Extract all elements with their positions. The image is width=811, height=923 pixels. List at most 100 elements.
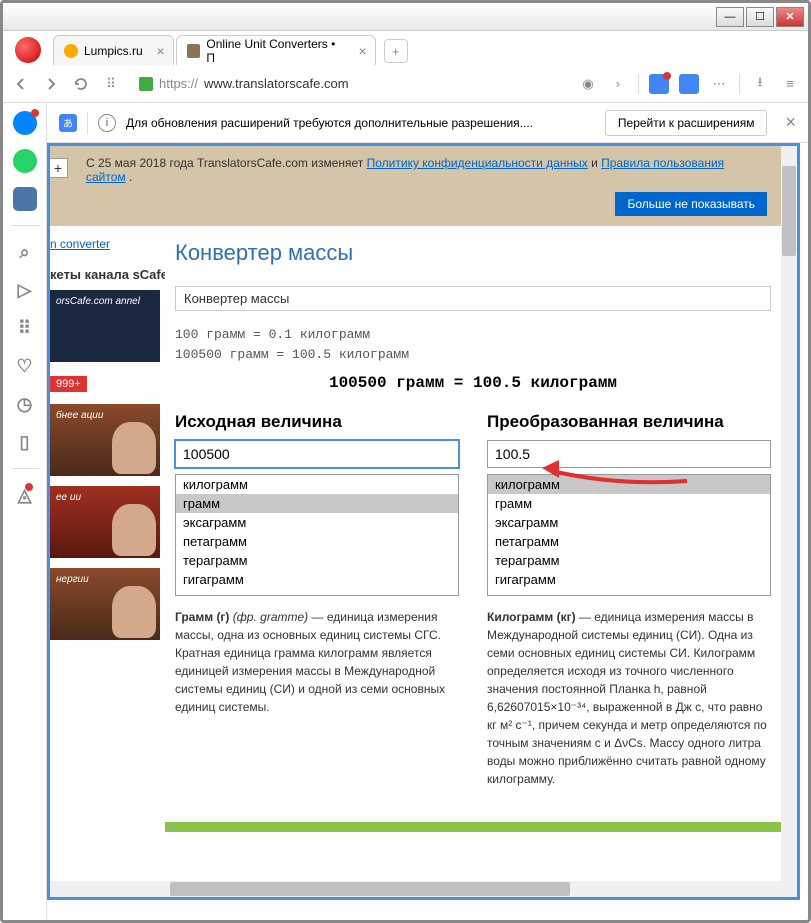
download-icon[interactable]: ⭳	[750, 74, 770, 94]
unit-option[interactable]: эксаграмм	[488, 513, 770, 532]
tab-bar: Lumpics.ru × Online Unit Converters • П …	[3, 31, 808, 65]
maximize-button[interactable]: ☐	[746, 7, 774, 27]
extensions-cube-icon[interactable]: ◬	[13, 483, 37, 507]
notification-badge: 999+	[50, 376, 87, 392]
sidebar: ⌕ ▷ ⠿ ♡ ◷ ▯ ◬	[3, 103, 47, 920]
unit-option[interactable]: грамм	[488, 494, 770, 513]
whatsapp-icon[interactable]	[13, 149, 37, 173]
video-thumbnail[interactable]: бнее ации	[50, 404, 160, 476]
expand-button[interactable]: +	[48, 158, 68, 178]
vk-icon[interactable]	[13, 187, 37, 211]
history-line: 100 грамм = 0.1 килограмм	[175, 325, 771, 345]
lock-icon	[139, 77, 153, 91]
unit-option[interactable]: грамм	[176, 494, 458, 513]
dismiss-banner-button[interactable]: Больше не показывать	[615, 192, 767, 216]
unit-name: Килограмм (кг)	[487, 610, 576, 624]
conversion-history: 100 грамм = 0.1 килограмм 100500 грамм =…	[175, 325, 771, 364]
close-infobar-icon[interactable]: ×	[785, 112, 796, 133]
converter-link[interactable]: n converter	[50, 237, 110, 251]
opera-logo-icon[interactable]	[15, 37, 41, 63]
vertical-scrollbar[interactable]	[781, 146, 797, 897]
extension-info-bar: あ i Для обновления расширений требуются …	[47, 103, 808, 143]
left-column: n converter кеты канала sCafe.com на ors…	[50, 226, 165, 802]
page-viewport: + С 25 мая 2018 года TranslatorsCafe.com…	[47, 143, 800, 900]
tab-converters[interactable]: Online Unit Converters • П ×	[176, 35, 376, 65]
search-icon[interactable]: ⌕	[13, 240, 37, 264]
unit-option[interactable]: петаграмм	[488, 532, 770, 551]
unit-option[interactable]: тераграмм	[488, 551, 770, 570]
unit-option[interactable]: петаграмм	[176, 532, 458, 551]
close-tab-icon[interactable]: ×	[157, 43, 165, 59]
source-heading: Исходная величина	[175, 412, 459, 432]
favicon-icon	[64, 44, 78, 58]
unit-option[interactable]: гигаграмм	[488, 570, 770, 589]
source-unit-description: Грамм (г) (фр. gramme) — единица измерен…	[175, 608, 459, 716]
info-icon: i	[98, 114, 116, 132]
divider	[638, 74, 639, 94]
chevron-right-icon[interactable]: ›	[608, 74, 628, 94]
target-column: Преобразованная величина килограмм грамм…	[487, 412, 771, 788]
messenger-icon[interactable]	[13, 111, 37, 135]
thumbnail-text: orsCafe.com annel	[56, 296, 140, 307]
target-unit-description: Килограмм (кг) — единица измерения массы…	[487, 608, 771, 788]
reload-button[interactable]	[71, 74, 91, 94]
main-column: Конвертер массы Конвертер массы 100 грам…	[165, 226, 781, 802]
converter-columns: Исходная величина килограмм грамм эксагр…	[175, 412, 771, 788]
privacy-banner: + С 25 мая 2018 года TranslatorsCafe.com…	[50, 146, 781, 226]
target-unit-list[interactable]: килограмм грамм эксаграмм петаграмм тера…	[487, 474, 771, 596]
speed-dial-button[interactable]: ⠿	[101, 74, 121, 94]
unit-option[interactable]: килограмм	[176, 475, 458, 494]
extension-icon[interactable]	[649, 74, 669, 94]
close-tab-icon[interactable]: ×	[359, 43, 367, 59]
more-extensions-icon[interactable]: ⋯	[709, 74, 729, 94]
breadcrumb: Конвертер массы	[175, 286, 771, 311]
banner-text-prefix: С 25 мая 2018 года TranslatorsCafe.com и…	[86, 156, 367, 170]
window-titlebar: — ☐ ✕	[3, 3, 808, 31]
horizontal-scrollbar[interactable]	[50, 881, 781, 897]
video-thumbnail[interactable]: ee ии	[50, 486, 160, 558]
goto-extensions-button[interactable]: Перейти к расширениям	[605, 110, 768, 136]
banner-text-suffix: .	[129, 170, 132, 184]
history-icon[interactable]: ◷	[13, 392, 37, 416]
divider	[11, 225, 39, 226]
tab-lumpics[interactable]: Lumpics.ru ×	[53, 35, 174, 65]
scrollbar-thumb[interactable]	[782, 166, 796, 256]
play-icon[interactable]: ▷	[13, 278, 37, 302]
video-thumbnail[interactable]: orsCafe.com annel	[50, 290, 160, 362]
url-host: www.translatorscafe.com	[204, 76, 349, 91]
unit-option[interactable]: эксаграмм	[176, 513, 458, 532]
divider	[11, 468, 39, 469]
privacy-policy-link[interactable]: Политику конфиденциальности данных	[367, 156, 588, 170]
favicon-icon	[187, 44, 201, 58]
url-box[interactable]: https://www.translatorscafe.com	[131, 70, 568, 98]
source-value-input[interactable]	[175, 440, 459, 468]
menu-icon[interactable]: ≡	[780, 74, 800, 94]
heart-icon[interactable]: ♡	[13, 354, 37, 378]
camera-icon[interactable]: ◉	[578, 74, 598, 94]
source-unit-list[interactable]: килограмм грамм эксаграмм петаграмм тера…	[175, 474, 459, 596]
unit-option[interactable]: гигаграмм	[176, 570, 458, 589]
apps-icon[interactable]: ⠿	[13, 316, 37, 340]
green-divider	[165, 822, 781, 832]
person-icon	[112, 586, 156, 638]
unit-option[interactable]: килограмм	[488, 475, 770, 494]
unit-option[interactable]: тераграмм	[176, 551, 458, 570]
minimize-button[interactable]: —	[716, 7, 744, 27]
forward-button[interactable]	[41, 74, 61, 94]
translate-extension-icon[interactable]	[679, 74, 699, 94]
unit-etymology: (фр. gramme)	[233, 610, 308, 624]
video-thumbnail[interactable]: нергии	[50, 568, 160, 640]
scrollbar-thumb[interactable]	[170, 882, 570, 896]
unit-option[interactable]: мегаграмм	[488, 589, 770, 596]
target-value-input[interactable]	[487, 440, 771, 468]
close-window-button[interactable]: ✕	[776, 7, 804, 27]
tab-label: Lumpics.ru	[84, 44, 143, 58]
thumbnail-text: ee ии	[56, 492, 81, 503]
unit-desc-text: — единица измерения массы в Международно…	[487, 610, 767, 786]
unit-option[interactable]: мегаграмм	[176, 589, 458, 596]
new-tab-button[interactable]: +	[384, 39, 408, 63]
back-button[interactable]	[11, 74, 31, 94]
tab-label: Online Unit Converters • П	[206, 37, 344, 65]
info-text: Для обновления расширений требуются допо…	[126, 116, 595, 130]
bookmark-icon[interactable]: ▯	[13, 430, 37, 454]
